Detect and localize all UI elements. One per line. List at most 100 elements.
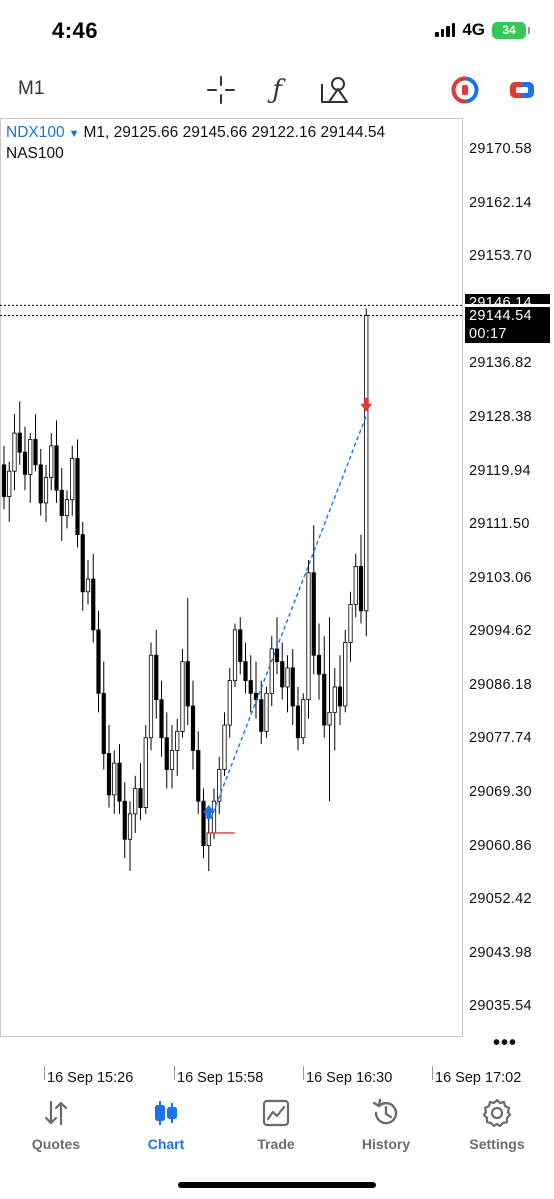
- time-axis-label: 16 Sep 16:30: [306, 1070, 393, 1086]
- candle-body: [1, 464, 7, 497]
- bid-price-label: 29144.54 00:17: [465, 307, 550, 344]
- crosshair-icon[interactable]: [203, 72, 239, 108]
- one-click-trading-icon[interactable]: [447, 72, 483, 108]
- price-axis-label: 29043.98: [469, 944, 532, 961]
- candle-body: [332, 686, 337, 713]
- candle-body: [164, 737, 169, 770]
- candle-body: [196, 750, 201, 802]
- time-axis-label: 16 Sep 17:02: [435, 1070, 522, 1086]
- candle-body: [327, 711, 332, 726]
- candle-body: [96, 629, 101, 694]
- indicators-f-icon[interactable]: ƒ: [259, 72, 295, 108]
- candle-body: [148, 654, 154, 739]
- time-axis-label: 16 Sep 15:26: [47, 1070, 134, 1086]
- candle-body: [159, 699, 164, 739]
- tab-label: Settings: [469, 1136, 525, 1152]
- candle-body: [295, 705, 301, 739]
- candle-body: [211, 800, 217, 834]
- candle-body: [248, 680, 253, 694]
- candle-body: [306, 572, 311, 701]
- candle-body: [112, 762, 117, 796]
- tab-history[interactable]: History: [331, 1090, 441, 1160]
- network-type: 4G: [462, 20, 485, 39]
- time-axis-tick: [432, 1066, 433, 1080]
- tab-settings[interactable]: Settings: [442, 1090, 552, 1160]
- price-axis-label: 29103.06: [469, 569, 532, 586]
- trade-panel-icon[interactable]: [504, 72, 540, 108]
- candle-body: [64, 499, 70, 517]
- tab-label: Quotes: [31, 1136, 81, 1152]
- candle-body: [143, 737, 148, 808]
- trade-connector-line: [210, 415, 367, 820]
- price-axis-label: 29153.70: [469, 248, 532, 265]
- candle-body: [185, 661, 190, 707]
- price-axis-label: 29170.58: [469, 141, 532, 158]
- candle-body: [269, 648, 274, 694]
- candle-body: [222, 724, 227, 770]
- candle-body: [206, 832, 211, 847]
- sell-arrow-icon: [360, 397, 373, 412]
- candle-body: [101, 692, 106, 755]
- candle-body: [232, 629, 238, 682]
- objects-icon[interactable]: [316, 72, 352, 108]
- candle-body: [290, 667, 295, 707]
- price-axis-label: 29111.50: [469, 516, 530, 533]
- candle-body: [311, 572, 316, 656]
- candle-body: [259, 699, 264, 732]
- candle-body: [28, 439, 33, 475]
- candle-body: [190, 705, 196, 751]
- candle-body: [43, 477, 49, 504]
- price-axis-label: 29035.54: [469, 998, 532, 1015]
- price-chart[interactable]: NDX100 ▼ M1, 29125.66 29145.66 29122.16 29…: [0, 118, 554, 1066]
- candle-body: [91, 578, 96, 631]
- tab-label: Chart: [147, 1136, 185, 1152]
- candle-body: [364, 315, 369, 612]
- candle-body: [337, 686, 343, 707]
- price-axis-label: 29128.38: [469, 409, 532, 426]
- candle-body: [85, 578, 91, 593]
- time-axis-tick: [44, 1066, 45, 1080]
- candle-body: [264, 692, 269, 732]
- quotes-arrows-icon: [1, 1090, 111, 1136]
- price-axis-label: 29162.14: [469, 194, 532, 211]
- candle-body: [133, 788, 138, 815]
- time-axis-tick: [174, 1066, 175, 1080]
- candle-body: [117, 762, 122, 802]
- price-axis-label: 29069.30: [469, 783, 532, 800]
- symbol-description: NAS100: [6, 145, 64, 162]
- timeframe-button[interactable]: M1: [18, 78, 44, 100]
- more-options-button[interactable]: •••: [493, 1032, 517, 1055]
- price-axis-label: 29136.82: [469, 355, 532, 372]
- candle-body: [353, 565, 358, 605]
- tab-quotes[interactable]: Quotes: [1, 1090, 111, 1160]
- status-indicators: 4G 34: [435, 20, 530, 40]
- candle-body: [7, 470, 12, 497]
- candle-body: [169, 750, 175, 770]
- candle-body: [238, 629, 243, 662]
- tab-trade[interactable]: Trade: [221, 1090, 331, 1160]
- candle-body: [201, 800, 206, 847]
- candle-body: [243, 661, 248, 682]
- candle-body: [33, 439, 38, 466]
- candle-body: [280, 661, 285, 688]
- candle-body: [301, 699, 306, 739]
- candle-body: [316, 654, 322, 675]
- chart-toolbar: M1 ƒ: [0, 62, 554, 116]
- candle-body: [138, 788, 143, 808]
- bar-countdown: 00:17: [469, 326, 507, 343]
- candle-body: [54, 445, 59, 491]
- symbol-dropdown-icon[interactable]: ▼: [69, 128, 80, 140]
- candle-body: [180, 661, 185, 732]
- candle-body: [322, 673, 327, 726]
- price-axis-label: 29077.74: [469, 730, 532, 747]
- status-bar: 4:46 4G 34: [0, 0, 554, 60]
- tab-chart[interactable]: Chart: [111, 1090, 221, 1160]
- ask-price-label: 29146.14: [465, 294, 550, 305]
- candle-body: [22, 451, 28, 475]
- chart-candles-icon: [111, 1090, 221, 1136]
- candle-body: [12, 432, 17, 472]
- ohlc-readout: M1, 29125.66 29145.66 29122.16 29144.54: [83, 124, 386, 141]
- candle-body: [343, 642, 348, 707]
- symbol-name[interactable]: NDX100: [6, 124, 65, 141]
- settings-gear-icon: [442, 1090, 552, 1136]
